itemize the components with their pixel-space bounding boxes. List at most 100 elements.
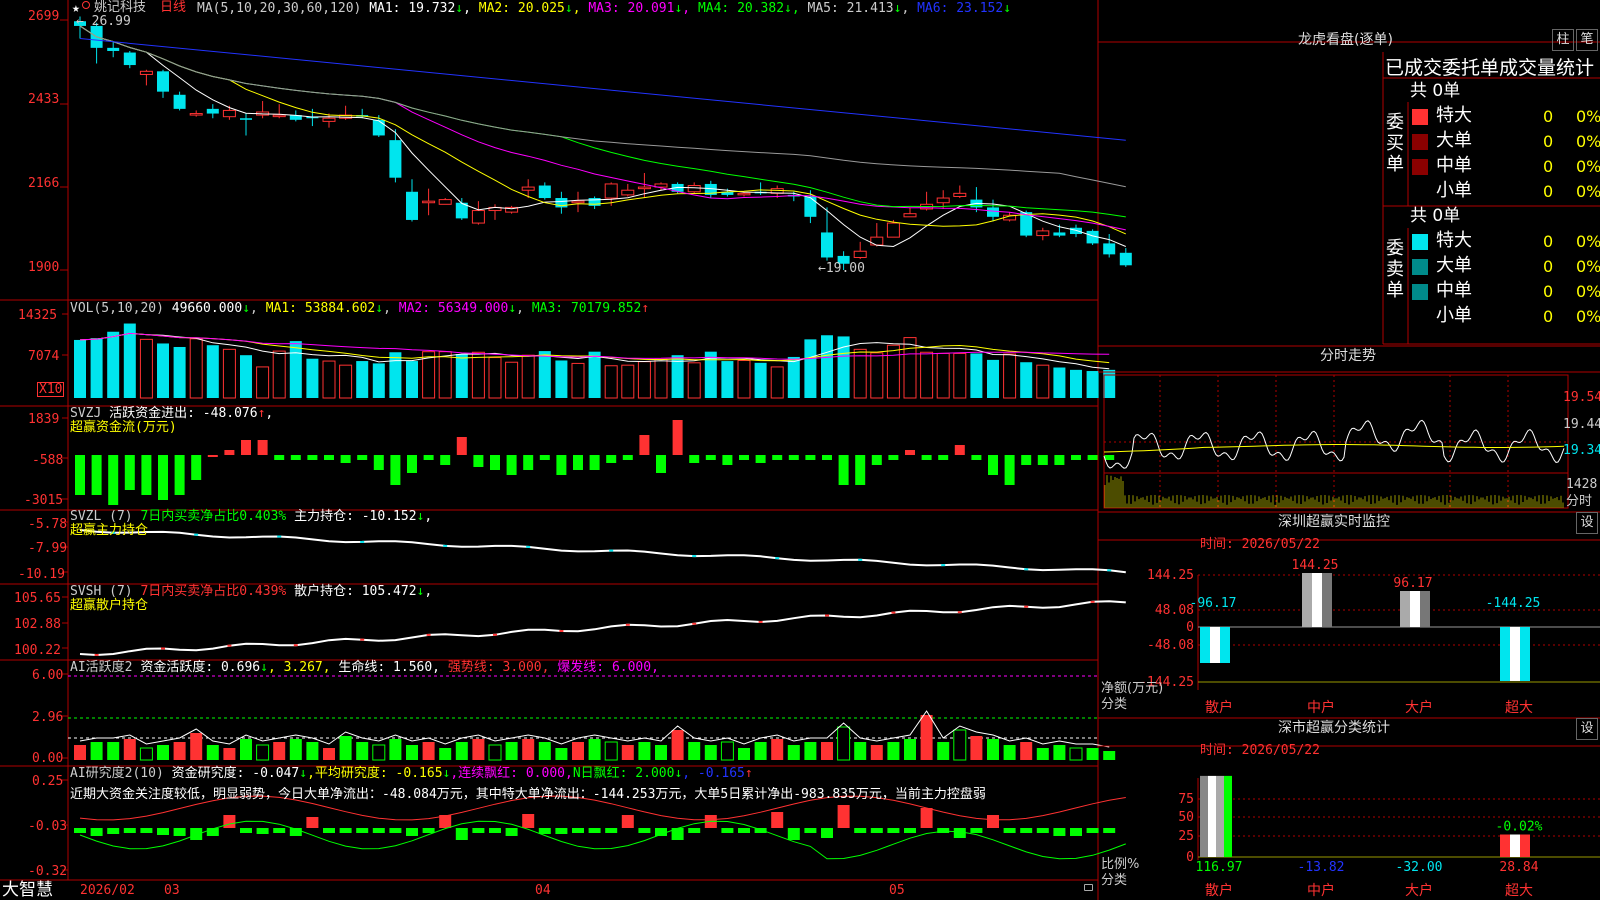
fund-flow-bar bbox=[689, 455, 700, 463]
ma4-label: MA4: 20.382 bbox=[697, 1, 785, 16]
activity-bar bbox=[1003, 745, 1016, 760]
research-bar bbox=[970, 828, 983, 833]
volume-bar-down bbox=[306, 358, 319, 398]
activity-bar bbox=[323, 748, 335, 760]
fund-flow-bar bbox=[805, 455, 816, 460]
classify-tick: 25 bbox=[1178, 829, 1194, 844]
pen-mode-button[interactable]: 笔 bbox=[1576, 29, 1598, 51]
ma6-label: MA6: 23.152 bbox=[917, 1, 1004, 16]
activity-bar bbox=[787, 745, 800, 760]
order-size-percent: 0% bbox=[1576, 307, 1600, 326]
candle-up bbox=[471, 210, 485, 224]
activity-bar bbox=[90, 742, 103, 760]
bar-mode-button[interactable]: 柱 bbox=[1552, 29, 1574, 51]
main-holding-dot bbox=[360, 540, 365, 543]
candle-up bbox=[637, 186, 651, 190]
fund-flow-bar bbox=[573, 455, 583, 470]
high-price-value: 26.99 bbox=[91, 14, 131, 29]
monitor-category: 散户 bbox=[1205, 699, 1233, 716]
activity-bar bbox=[339, 736, 352, 760]
volume-bar-up bbox=[920, 351, 934, 399]
lock-icon[interactable] bbox=[1084, 884, 1093, 891]
volume-bar-up bbox=[886, 344, 900, 399]
research-bar bbox=[489, 828, 501, 833]
intraday-vol-tick: 1428 bbox=[1566, 477, 1598, 492]
fund-flow-bar bbox=[91, 455, 102, 495]
sell-total: 共 0单 bbox=[1410, 206, 1461, 226]
activity-bar bbox=[904, 739, 916, 760]
candle-down bbox=[406, 191, 418, 220]
candle-up bbox=[1036, 230, 1050, 237]
fund-flow-bar bbox=[954, 445, 965, 455]
volume-bar-down bbox=[455, 354, 468, 398]
ma4-arrow: ↓ bbox=[784, 1, 792, 16]
activity-bar bbox=[821, 742, 833, 760]
research-bar bbox=[1070, 828, 1082, 836]
candle-up bbox=[687, 185, 701, 193]
order-size-color-icon bbox=[1412, 259, 1428, 275]
fund-flow-bar bbox=[938, 455, 949, 460]
order-size-count: 0 bbox=[1543, 132, 1554, 151]
volume-bar-down bbox=[240, 355, 252, 398]
research-bar bbox=[190, 828, 203, 840]
kline-chart[interactable]: 144.25 48.08 0 -48.08 -144.25 -96.17 144.25 96.… bbox=[0, 0, 1600, 900]
activity-bar bbox=[688, 742, 701, 760]
activity-bar bbox=[123, 739, 136, 760]
order-size-count: 0 bbox=[1543, 182, 1554, 201]
fund-flow-bar bbox=[1054, 455, 1065, 465]
alert-icon[interactable] bbox=[82, 1, 90, 9]
svsh-ratio: 7日内买卖净占比0.439% bbox=[140, 584, 287, 599]
retail-holding-dot bbox=[758, 620, 763, 623]
research-bar bbox=[572, 828, 584, 833]
classify-bar-segment bbox=[1500, 834, 1510, 857]
research-bar bbox=[638, 828, 651, 833]
fund-flow-bar bbox=[473, 455, 484, 467]
classify-settings-button[interactable]: 设 bbox=[1576, 718, 1598, 740]
volume-bar-down bbox=[538, 351, 551, 398]
date-label-1: 2026/02 bbox=[80, 883, 135, 898]
fund-flow-bar bbox=[307, 455, 318, 460]
period-label[interactable]: 日线 bbox=[160, 0, 186, 15]
volume-bar-down bbox=[1053, 367, 1066, 398]
ai-research-tail-arrow: ↑ bbox=[744, 766, 753, 781]
svzl-ratio: 7日内买卖净占比0.403% bbox=[140, 509, 287, 524]
fund-flow-bar bbox=[523, 455, 534, 470]
fund-flow-bar bbox=[324, 455, 334, 460]
volume-bar-up bbox=[272, 350, 286, 399]
classify-tick: 75 bbox=[1178, 792, 1194, 807]
volume-bar-down bbox=[90, 338, 103, 398]
research-bar bbox=[406, 828, 418, 836]
activity-bar bbox=[538, 742, 551, 760]
fund-flow-bar bbox=[539, 455, 550, 460]
classify-title: 深市超赢分类统计 bbox=[1278, 720, 1390, 736]
classify-value-label: -32.00 bbox=[1396, 860, 1443, 875]
fund-flow-bar bbox=[988, 455, 998, 475]
order-size-name: 中单 bbox=[1436, 155, 1472, 176]
activity-bar bbox=[356, 742, 369, 760]
ma3-label: MA3: 20.091 bbox=[588, 1, 675, 16]
monitor-settings-button[interactable]: 设 bbox=[1576, 512, 1598, 534]
research-line-green bbox=[79, 820, 1126, 860]
fund-flow-bar bbox=[373, 455, 384, 470]
candle-up bbox=[222, 109, 236, 118]
candle-up bbox=[953, 192, 967, 197]
classify-category: 大户 bbox=[1405, 882, 1433, 899]
svzj-value: 活跃资金进出: -48.076 bbox=[109, 406, 258, 421]
classify-value-label: 116.97 bbox=[1196, 860, 1243, 875]
activity-bar bbox=[206, 745, 219, 760]
fund-flow-bar bbox=[722, 455, 733, 465]
fund-flow-bar bbox=[1004, 455, 1015, 485]
order-size-name: 特大 bbox=[1436, 105, 1472, 126]
classify-value-label: -13.82 bbox=[1298, 860, 1345, 875]
monitor-tick: 0 bbox=[1186, 620, 1194, 635]
activity-bar bbox=[1053, 745, 1066, 760]
research-bar bbox=[538, 828, 551, 834]
ma5-value: MA5: 21.413↓, bbox=[807, 1, 918, 16]
monitor-bar bbox=[1200, 627, 1230, 664]
research-bar bbox=[140, 828, 153, 833]
ai-research-n-red: N日飘红: 2.000 bbox=[572, 766, 675, 781]
volume-bar-down bbox=[1086, 371, 1099, 398]
classify-category: 散户 bbox=[1205, 882, 1233, 899]
volume-bar-down bbox=[1070, 369, 1082, 398]
svzl-indicator: SVZL (7) 7日内买卖净占比0.403% 主力持仓: -10.152↓, bbox=[70, 509, 432, 524]
